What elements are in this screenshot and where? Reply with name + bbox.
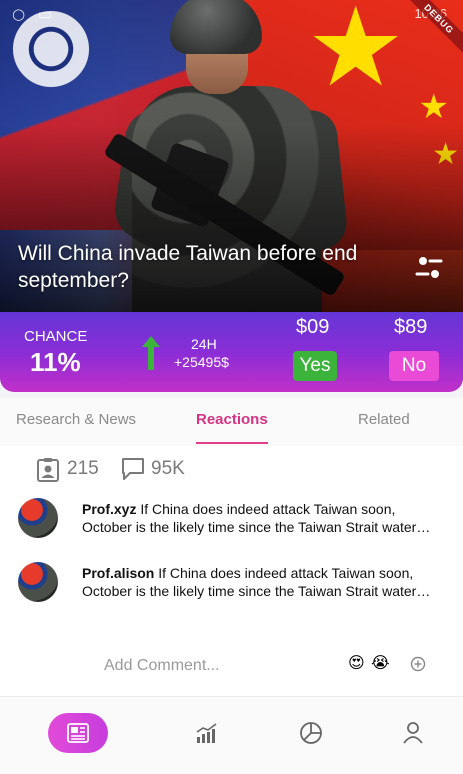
sliders-icon: [415, 257, 443, 278]
market-question: Will China invade Taiwan before end sept…: [18, 242, 358, 292]
news-icon: [67, 723, 89, 743]
tab-research-news[interactable]: Research & News: [16, 411, 136, 428]
nav-profile[interactable]: [398, 713, 428, 753]
comment-body: If China does indeed attack Taiwan soon,: [140, 501, 396, 517]
period-label: 24H: [191, 336, 217, 352]
crying-emoji-icon[interactable]: 😭: [371, 653, 393, 675]
no-price: $89: [394, 316, 428, 338]
pie-chart-icon: [300, 722, 322, 744]
comment-author[interactable]: Prof.xyz: [82, 501, 136, 517]
participants-count: 215: [67, 458, 99, 479]
comment-author[interactable]: Prof.alison: [82, 565, 154, 581]
heart-eyes-emoji-icon[interactable]: 😍: [348, 653, 370, 675]
nav-news[interactable]: [48, 713, 108, 753]
tab-related[interactable]: Related: [358, 411, 410, 428]
comment-body: If China does indeed attack Taiwan soon,: [158, 565, 414, 581]
period-volume: +25495$: [174, 354, 229, 370]
filter-button[interactable]: [412, 252, 446, 284]
comment-body-continued: October is the likely time since the Tai…: [82, 519, 431, 535]
bottom-navigation: [0, 696, 463, 774]
active-tab-indicator: [196, 442, 268, 444]
comment-text: Prof.alison If China does indeed attack …: [82, 564, 448, 600]
tab-reactions[interactable]: Reactions: [196, 411, 268, 428]
no-button[interactable]: No: [389, 351, 439, 381]
chance-label: CHANCE: [24, 328, 88, 345]
status-icons: ○ ▭: [12, 5, 57, 23]
yes-price: $09: [296, 316, 330, 338]
nav-markets[interactable]: [192, 713, 222, 753]
add-comment-input[interactable]: [104, 654, 304, 678]
trend-up-icon: [142, 336, 160, 370]
tab-bar: Research & News Reactions Related: [0, 398, 463, 446]
profile-icon: [403, 722, 423, 744]
chance-value: 11%: [30, 347, 81, 377]
add-icon[interactable]: [410, 656, 426, 672]
comments-count: 95K: [151, 458, 185, 479]
avatar[interactable]: [18, 498, 58, 538]
avatar[interactable]: [18, 562, 58, 602]
chart-icon: [196, 723, 217, 743]
comment-bubble-icon: [122, 458, 144, 480]
yes-button[interactable]: Yes: [293, 351, 337, 381]
comment-text: Prof.xyz If China does indeed attack Tai…: [82, 500, 448, 536]
nav-portfolio[interactable]: [296, 713, 326, 753]
comment-body-continued: October is the likely time since the Tai…: [82, 583, 431, 599]
market-odds-band: CHANCE 11% 24H +25495$ $09 $89 Yes No: [0, 312, 463, 392]
add-comment-bar: 😍 😭: [0, 644, 463, 696]
status-bar: ○ ▭ 10:26: [0, 0, 463, 26]
badge-icon: [37, 458, 59, 482]
